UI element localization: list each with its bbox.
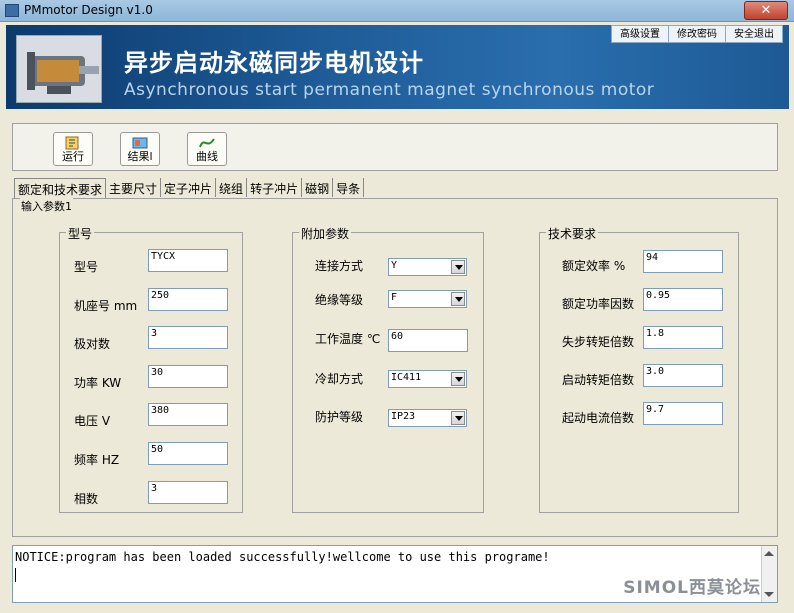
app-icon [5,4,19,17]
motor-image [16,35,102,103]
notice-box[interactable]: NOTICE:program has been loaded successfu… [12,545,778,603]
phases-label: 相数 [74,492,99,506]
insulation-select[interactable]: F [388,290,467,308]
tab-magnet[interactable]: 磁钢 [302,178,334,197]
cooling-select[interactable]: IC411 [388,370,467,388]
cooling-value: IC411 [391,372,422,383]
voltage-input[interactable]: 380 [148,403,228,426]
banner-title: 异步启动永磁同步电机设计 [124,49,424,77]
efficiency-input[interactable]: 94 [643,250,723,273]
banner: 异步启动永磁同步电机设计 Asynchronous start permanen… [6,25,789,109]
notice-scrollbar[interactable] [761,546,777,602]
change-password-link[interactable]: 修改密码 [669,26,726,42]
power-factor-input[interactable]: 0.95 [643,288,723,311]
pullout-torque-label: 失步转矩倍数 [562,335,635,349]
connection-value: Y [391,260,398,271]
frame-size-input[interactable]: 250 [148,288,228,311]
frame-size-label: 机座号 mm [74,299,138,313]
result-icon [132,137,148,149]
model-group-legend: 型号 [66,225,95,242]
tab-rotor-lamination[interactable]: 转子冲片 [247,178,303,197]
efficiency-label: 额定效率 % [562,259,626,273]
chevron-down-icon[interactable] [451,411,465,425]
model-group: 型号 型号 TYCX 机座号 mm 250 极对数 3 功率 KW 30 电压 … [59,225,243,513]
starting-current-label: 起动电流倍数 [562,411,635,425]
insulation-label: 绝缘等级 [315,293,364,307]
tech-requirements-group: 技术要求 额定效率 % 94 额定功率因数 0.95 失步转矩倍数 1.8 启动… [539,225,739,513]
curve-icon [199,138,215,148]
title-bar: PMmotor Design v1.0 ✕ [0,0,794,22]
curve-label: 曲线 [196,150,218,163]
temperature-label: 工作温度 ℃ [315,332,381,346]
top-links: 高级设置 修改密码 安全退出 [611,25,783,43]
toolbar: 运行 结果l 曲线 [12,123,778,171]
connection-select[interactable]: Y [388,258,467,276]
result-button[interactable]: 结果l [120,132,160,166]
tab-main-dimensions[interactable]: 主要尺寸 [106,178,162,197]
connection-label: 连接方式 [315,259,364,273]
main-window: 异步启动永磁同步电机设计 Asynchronous start permanen… [0,22,794,613]
starting-torque-label: 启动转矩倍数 [562,373,635,387]
run-label: 运行 [62,150,84,163]
window-title: PMmotor Design v1.0 [24,3,153,17]
chevron-down-icon[interactable] [451,372,465,386]
advanced-settings-link[interactable]: 高级设置 [612,26,669,42]
model-label: 型号 [74,260,99,274]
tab-winding[interactable]: 绕组 [216,178,248,197]
chevron-down-icon[interactable] [451,260,465,274]
scroll-up-icon[interactable] [764,551,774,556]
extra-params-legend: 附加参数 [299,225,352,242]
notice-text: NOTICE:program has been loaded successfu… [15,550,550,564]
tech-requirements-legend: 技术要求 [546,225,599,242]
run-icon [65,136,79,150]
input-panel: 输入参数1 型号 型号 TYCX 机座号 mm 250 极对数 3 功率 KW … [12,198,778,537]
power-input[interactable]: 30 [148,365,228,388]
scroll-down-icon[interactable] [764,592,774,597]
pole-pairs-label: 极对数 [74,337,111,351]
frequency-input[interactable]: 50 [148,442,228,465]
tab-bar[interactable]: 导条 [333,178,365,197]
logout-link[interactable]: 安全退出 [726,26,782,42]
frequency-label: 频率 HZ [74,453,120,467]
pole-pairs-input[interactable]: 3 [148,326,228,349]
pullout-torque-input[interactable]: 1.8 [643,326,723,349]
protection-label: 防护等级 [315,410,364,424]
power-label: 功率 KW [74,376,122,390]
extra-params-group: 附加参数 连接方式 Y 绝缘等级 F 工作温度 ℃ 60 冷却方式 IC411 … [292,225,484,513]
protection-value: IP23 [391,411,416,422]
starting-torque-input[interactable]: 3.0 [643,364,723,387]
tab-strip: 额定和技术要求 主要尺寸 定子冲片 绕组 转子冲片 磁钢 导条 [14,178,365,199]
curve-button[interactable]: 曲线 [187,132,227,166]
voltage-label: 电压 V [74,414,111,428]
phases-input[interactable]: 3 [148,481,228,504]
banner-subtitle: Asynchronous start permanent magnet sync… [124,80,655,100]
cooling-label: 冷却方式 [315,372,364,386]
close-button[interactable]: ✕ [744,1,788,20]
model-input[interactable]: TYCX [148,249,228,272]
watermark-logo: SIMOL西莫论坛 [623,578,761,598]
panel-legend: 输入参数1 [20,198,73,214]
power-factor-label: 额定功率因数 [562,297,635,311]
temperature-input[interactable]: 60 [388,329,468,352]
chevron-down-icon[interactable] [451,292,465,306]
starting-current-input[interactable]: 9.7 [643,402,723,425]
text-caret [15,568,16,582]
protection-select[interactable]: IP23 [388,409,467,427]
tab-stator-lamination[interactable]: 定子冲片 [161,178,217,197]
tab-rating[interactable]: 额定和技术要求 [14,178,107,199]
insulation-value: F [391,292,398,303]
run-button[interactable]: 运行 [53,132,93,166]
result-label: 结果l [127,150,153,163]
